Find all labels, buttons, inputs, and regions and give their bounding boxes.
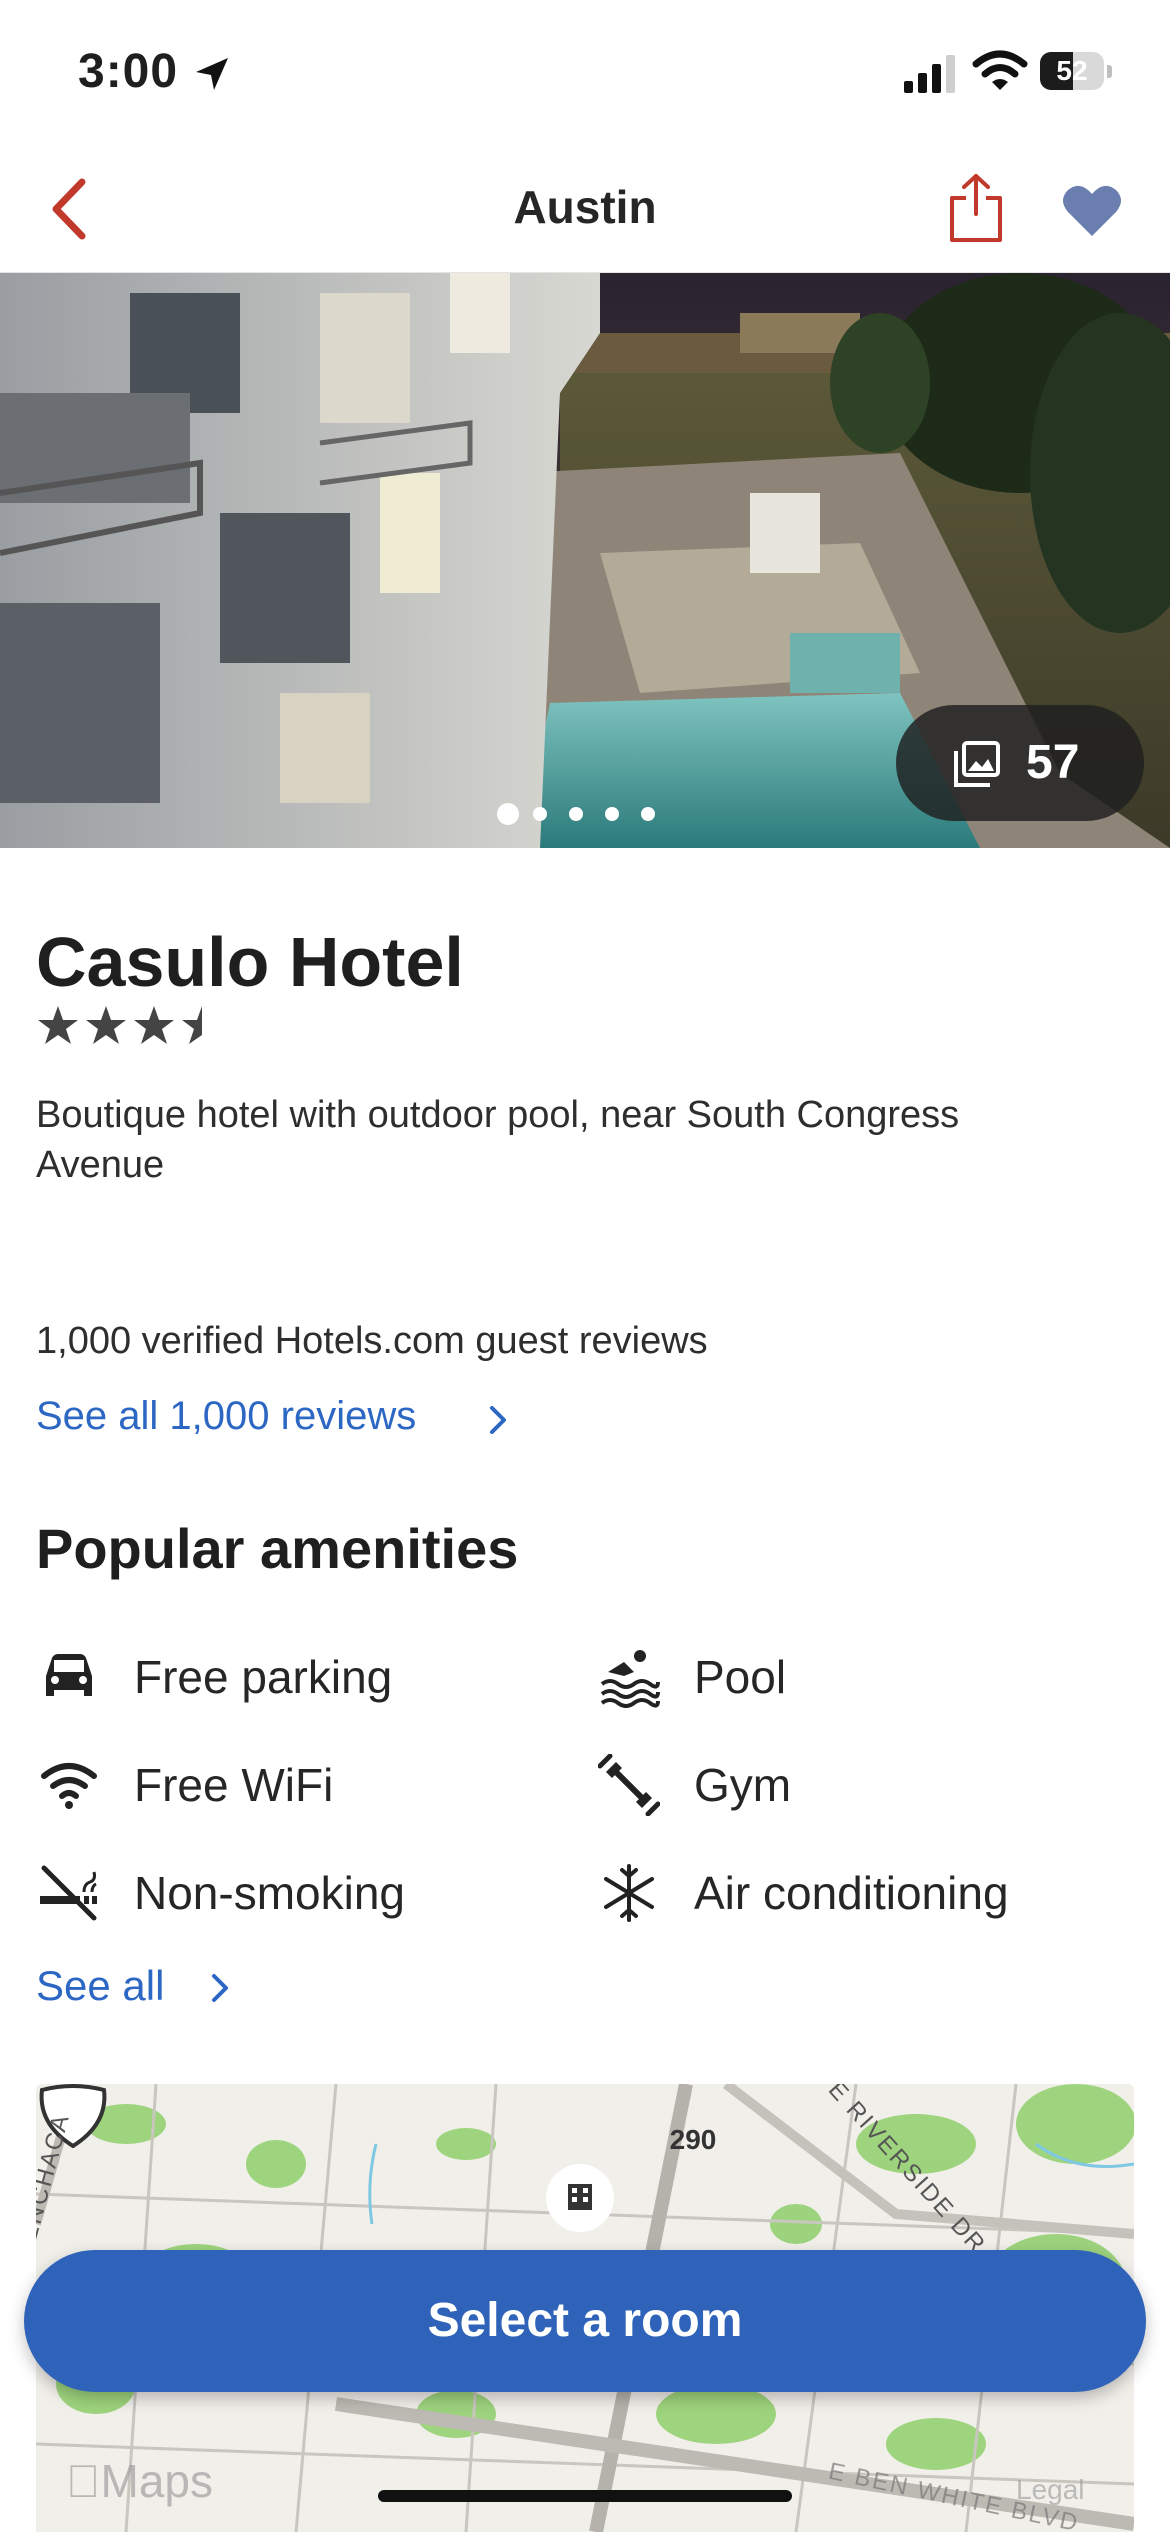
see-all-amenities-link[interactable]: See all: [36, 1962, 164, 2010]
location-arrow-icon: [196, 58, 228, 90]
home-indicator: [378, 2490, 792, 2502]
hotel-photo-carousel[interactable]: 57: [0, 273, 1170, 848]
carousel-dot[interactable]: [605, 807, 619, 821]
carousel-dot[interactable]: [533, 807, 547, 821]
carousel-dot[interactable]: [497, 803, 519, 825]
star-icon: [86, 1006, 126, 1044]
star-icon: [134, 1006, 174, 1044]
star-icon: [38, 1006, 78, 1044]
reviews-count: 1,000 verified Hotels.com guest reviews: [36, 1320, 708, 1362]
battery-indicator: 52: [1040, 52, 1114, 94]
apple-maps-logo: Maps: [66, 2455, 213, 2507]
amenity-label: Pool: [694, 1651, 787, 1703]
chevron-right-icon[interactable]: [484, 1402, 512, 1438]
status-time: 3:00: [78, 45, 179, 98]
map-legal-link[interactable]: Legal: [1016, 2474, 1085, 2506]
photo-gallery-icon: [954, 741, 1000, 787]
amenity-label: Gym: [694, 1759, 792, 1811]
wifi-status-icon: [972, 50, 1028, 90]
battery-percent: 52: [1056, 55, 1088, 86]
photo-count: 57: [1026, 736, 1080, 789]
chevron-right-icon[interactable]: [206, 1970, 232, 2006]
share-icon[interactable]: [946, 172, 1006, 244]
status-bar: 3:00 52: [0, 0, 1170, 150]
heart-icon[interactable]: [1062, 182, 1122, 238]
hotel-tagline: Boutique hotel with outdoor pool, near S…: [36, 1094, 960, 1186]
top-navigation-bar: Austin: [0, 150, 1170, 273]
photo-count-button[interactable]: 57: [896, 705, 1144, 821]
amenity-label: Free parking: [134, 1651, 393, 1703]
dumbbell-icon: [598, 1754, 660, 1816]
half-star-icon: [182, 1006, 202, 1044]
amenity-label: Air conditioning: [694, 1867, 1009, 1919]
amenity-label: Non-smoking: [134, 1867, 405, 1919]
amenities-heading: Popular amenities: [36, 1517, 519, 1580]
carousel-dot[interactable]: [641, 807, 655, 821]
car-icon: [46, 1654, 92, 1696]
highway-number: 290: [669, 2124, 717, 2155]
no-smoking-icon: [40, 1865, 97, 1921]
snowflake-icon: [604, 1864, 654, 1922]
see-all-reviews-link[interactable]: See all 1,000 reviews: [36, 1394, 416, 1439]
hotel-map-pin[interactable]: [546, 2164, 614, 2232]
cellular-signal-icon: [904, 55, 955, 93]
carousel-dot[interactable]: [569, 807, 583, 821]
hotel-name: Casulo Hotel: [36, 923, 464, 1001]
amenity-label: Free WiFi: [134, 1759, 334, 1811]
wifi-icon: [41, 1763, 97, 1809]
hotel-building-icon: [568, 2184, 592, 2210]
pool-icon: [600, 1650, 660, 1708]
select-room-button[interactable]: Select a room: [24, 2250, 1146, 2392]
